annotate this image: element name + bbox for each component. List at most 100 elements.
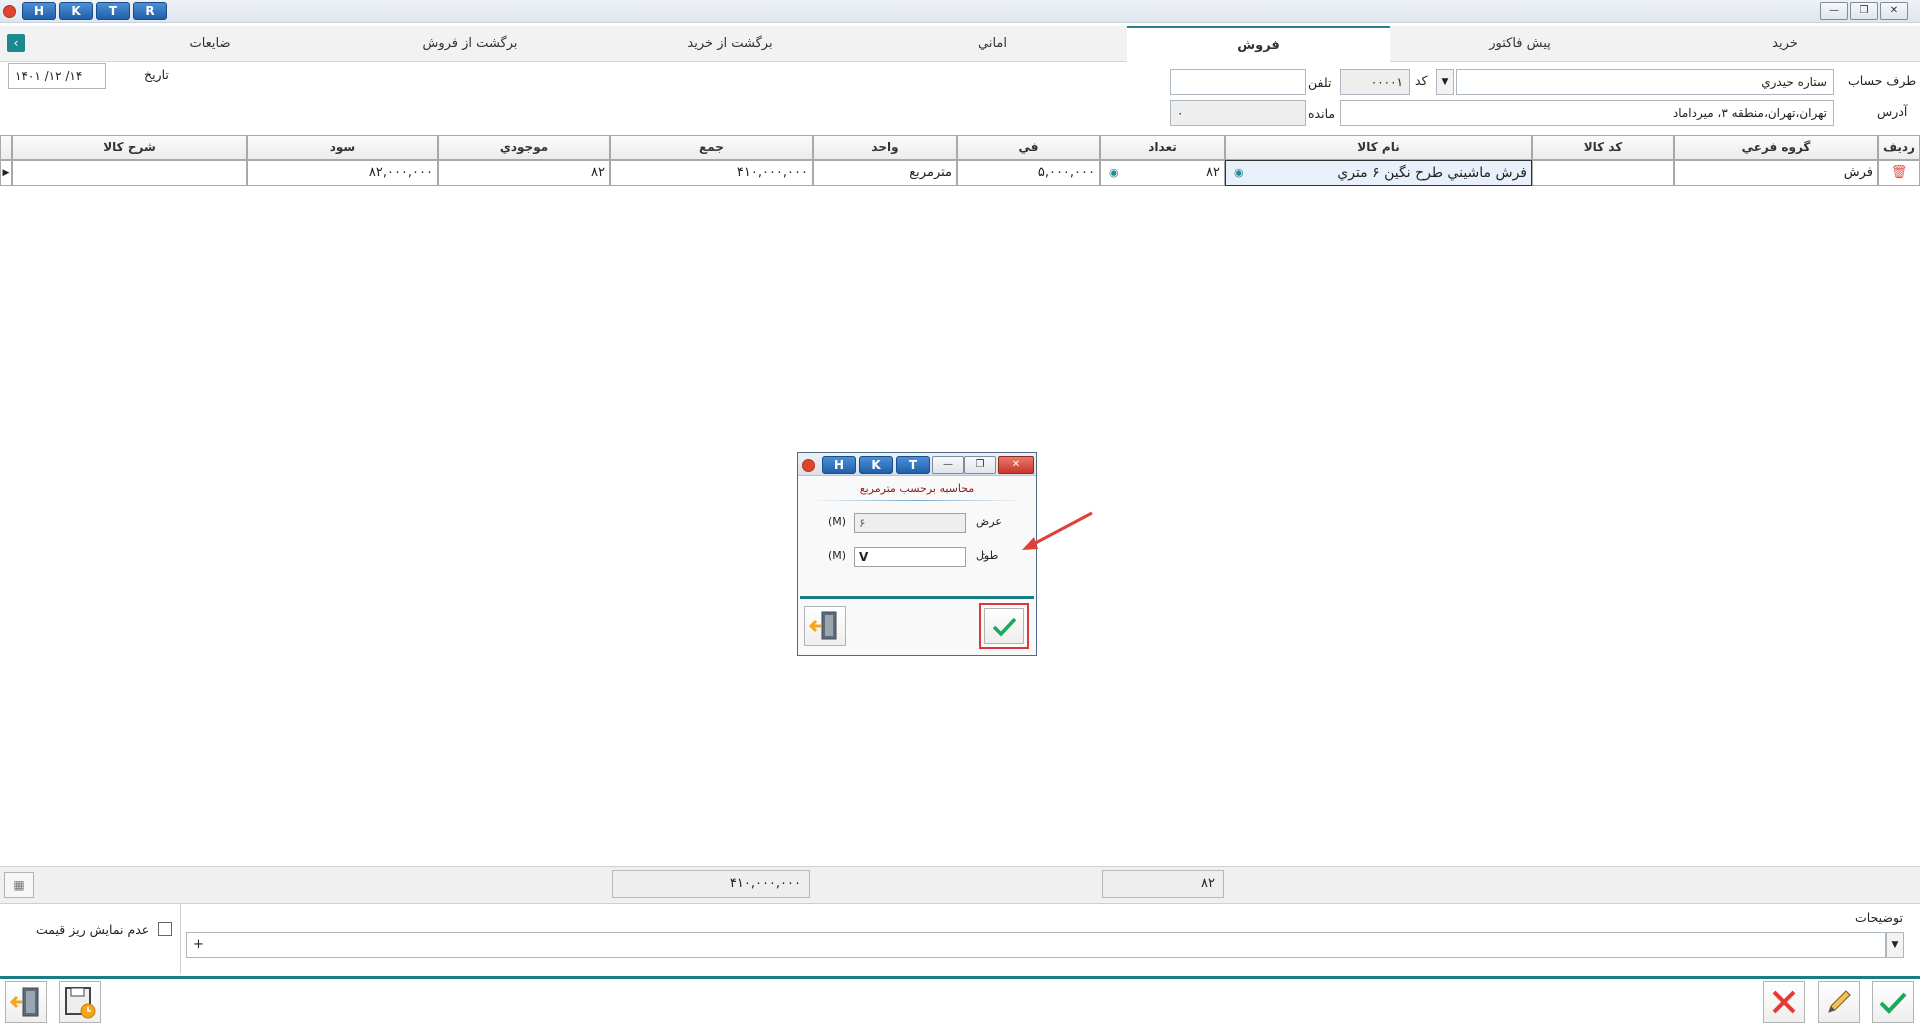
tabs-bar: خريد پيش فاكتور فروش اماني برگشت از خريد…	[0, 26, 1920, 62]
dialog-t-button[interactable]: T	[896, 456, 930, 474]
cell-qty[interactable]: ۸۲ ◉	[1100, 160, 1225, 186]
cell-profit[interactable]: ۸۲,۰۰۰,۰۰۰	[247, 160, 438, 186]
grid-settings-icon[interactable]: ▦	[4, 872, 34, 898]
length-field[interactable]: V	[854, 547, 966, 567]
pencil-icon	[1828, 990, 1851, 1013]
check-icon	[1879, 992, 1907, 1014]
eye-icon[interactable]: ◉	[1109, 161, 1119, 185]
notes-dropdown-icon[interactable]: ▼	[1886, 932, 1904, 958]
cell-name-text: فرش ماشيني طرح نگين ۶ متري	[1337, 165, 1527, 181]
save-clock-icon	[65, 987, 96, 1019]
restore-button[interactable]: ❐	[1850, 2, 1878, 20]
r-button[interactable]: R	[133, 2, 167, 20]
dialog-titlebar: H K T — ❐ ✕	[798, 453, 1036, 476]
items-grid: رديف گروه فرعي كد كالا نام كالا تعداد في…	[0, 135, 1920, 191]
bottom-accent-line	[0, 976, 1920, 979]
code-field: ۰۰۰۰۱	[1340, 69, 1410, 95]
exit-button[interactable]	[5, 981, 47, 1023]
confirm-button[interactable]	[1872, 981, 1914, 1023]
notes-label: توضيحات	[1855, 910, 1903, 925]
dialog-k-button[interactable]: K	[859, 456, 893, 474]
length-label: طول	[976, 549, 998, 562]
tab-sales-return[interactable]: برگشت از فروش	[340, 26, 600, 61]
account-label: طرف حساب	[1848, 73, 1917, 88]
account-field[interactable]: ستاره حيدري	[1456, 69, 1834, 95]
dialog-minimize-button[interactable]: —	[932, 456, 964, 474]
dialog-h-button[interactable]: H	[822, 456, 856, 474]
tab-consignment[interactable]: اماني	[860, 26, 1125, 61]
tab-proforma[interactable]: پيش فاكتور	[1390, 26, 1650, 61]
remain-field: ۰	[1170, 100, 1306, 126]
k-button[interactable]: K	[59, 2, 93, 20]
cell-total[interactable]: ۴۱۰,۰۰۰,۰۰۰	[610, 160, 813, 186]
tab-waste[interactable]: ضايعات	[80, 26, 340, 61]
minimize-button[interactable]: —	[1820, 2, 1848, 20]
col-header-qty[interactable]: تعداد	[1100, 135, 1225, 160]
app-close-dot-icon[interactable]	[3, 5, 16, 18]
address-field[interactable]: تهران،تهران،منطقه ۳، ميرداماد	[1340, 100, 1834, 126]
dialog-hkt-toolbar: H K T	[822, 456, 930, 474]
total-qty: ۸۲	[1102, 870, 1224, 898]
dialog-restore-button[interactable]: ❐	[964, 456, 996, 474]
red-x-icon	[1772, 990, 1796, 1014]
dialog-check-icon	[992, 617, 1017, 637]
width-field[interactable]: ۶	[854, 513, 966, 533]
length-unit: (M)	[828, 549, 847, 562]
col-header-name[interactable]: نام كالا	[1225, 135, 1532, 160]
close-button[interactable]: ✕	[1880, 2, 1908, 20]
hide-price-label: عدم نمايش ريز قيمت	[36, 922, 150, 937]
dialog-exit-door-icon	[808, 611, 837, 640]
width-label: عرض	[976, 515, 1002, 528]
edit-button[interactable]	[1818, 981, 1860, 1023]
tab-sales[interactable]: فروش	[1127, 26, 1390, 62]
hktr-toolbar: H K T R	[22, 2, 167, 20]
cell-price[interactable]: ۵,۰۰۰,۰۰۰	[957, 160, 1100, 186]
col-header-row[interactable]: رديف	[1878, 135, 1920, 160]
col-header-stock[interactable]: موجودي	[438, 135, 610, 160]
col-header-total[interactable]: جمع	[610, 135, 813, 160]
square-meter-dialog: H K T — ❐ ✕ محاسبه برحسب مترمربع عرض : ۶…	[797, 452, 1037, 656]
notes-field[interactable]: +	[186, 932, 1886, 958]
delete-row-icon[interactable]: 🗑	[1878, 160, 1920, 186]
cell-unit[interactable]: مترمربع	[813, 160, 957, 186]
annotation-arrow-icon	[1022, 511, 1093, 550]
cell-desc[interactable]	[12, 160, 247, 186]
col-header-indicator	[0, 135, 12, 160]
cell-code[interactable]	[1532, 160, 1674, 186]
totals-bar	[0, 866, 1920, 904]
col-header-group[interactable]: گروه فرعي	[1674, 135, 1878, 160]
tab-purchase[interactable]: خريد	[1650, 26, 1920, 61]
h-button[interactable]: H	[22, 2, 56, 20]
col-header-desc[interactable]: شرح كالا	[12, 135, 247, 160]
hide-price-checkbox[interactable]	[158, 922, 172, 936]
cell-stock[interactable]: ۸۲	[438, 160, 610, 186]
address-label: آدرس	[1877, 104, 1908, 119]
width-label-text: عرض	[976, 515, 1002, 528]
dialog-accent-line	[800, 596, 1034, 599]
length-colon: :	[982, 549, 986, 562]
dialog-close-dot-icon[interactable]	[802, 459, 815, 472]
cell-group[interactable]: فرش	[1674, 160, 1878, 186]
tab-purchase-return[interactable]: برگشت از خريد	[600, 26, 860, 61]
col-header-price[interactable]: في	[957, 135, 1100, 160]
eye-icon[interactable]: ◉	[1234, 161, 1244, 185]
cancel-button[interactable]	[1763, 981, 1805, 1023]
dialog-confirm-button[interactable]	[984, 608, 1024, 644]
window-titlebar: H K T R — ❐ ✕	[0, 0, 1920, 23]
code-label: كد	[1415, 73, 1428, 88]
t-button[interactable]: T	[96, 2, 130, 20]
dialog-close-button[interactable]: ✕	[998, 456, 1034, 474]
col-header-profit[interactable]: سود	[247, 135, 438, 160]
remain-label: مانده	[1308, 106, 1336, 121]
row-indicator-icon: ▶	[0, 160, 12, 186]
save-draft-button[interactable]	[59, 981, 101, 1023]
cell-name[interactable]: فرش ماشيني طرح نگين ۶ متري ◉	[1225, 160, 1532, 186]
phone-field[interactable]	[1170, 69, 1306, 95]
col-header-unit[interactable]: واحد	[813, 135, 957, 160]
col-header-code[interactable]: كد كالا	[1532, 135, 1674, 160]
account-dropdown-icon[interactable]: ▼	[1436, 69, 1454, 95]
date-field[interactable]: ۱۴۰۱ /۱۲ /۱۴	[8, 63, 106, 89]
dialog-exit-button[interactable]	[804, 606, 846, 646]
exit-door-icon	[9, 987, 39, 1017]
tabs-scroll-left-icon[interactable]: ‹	[7, 34, 25, 52]
